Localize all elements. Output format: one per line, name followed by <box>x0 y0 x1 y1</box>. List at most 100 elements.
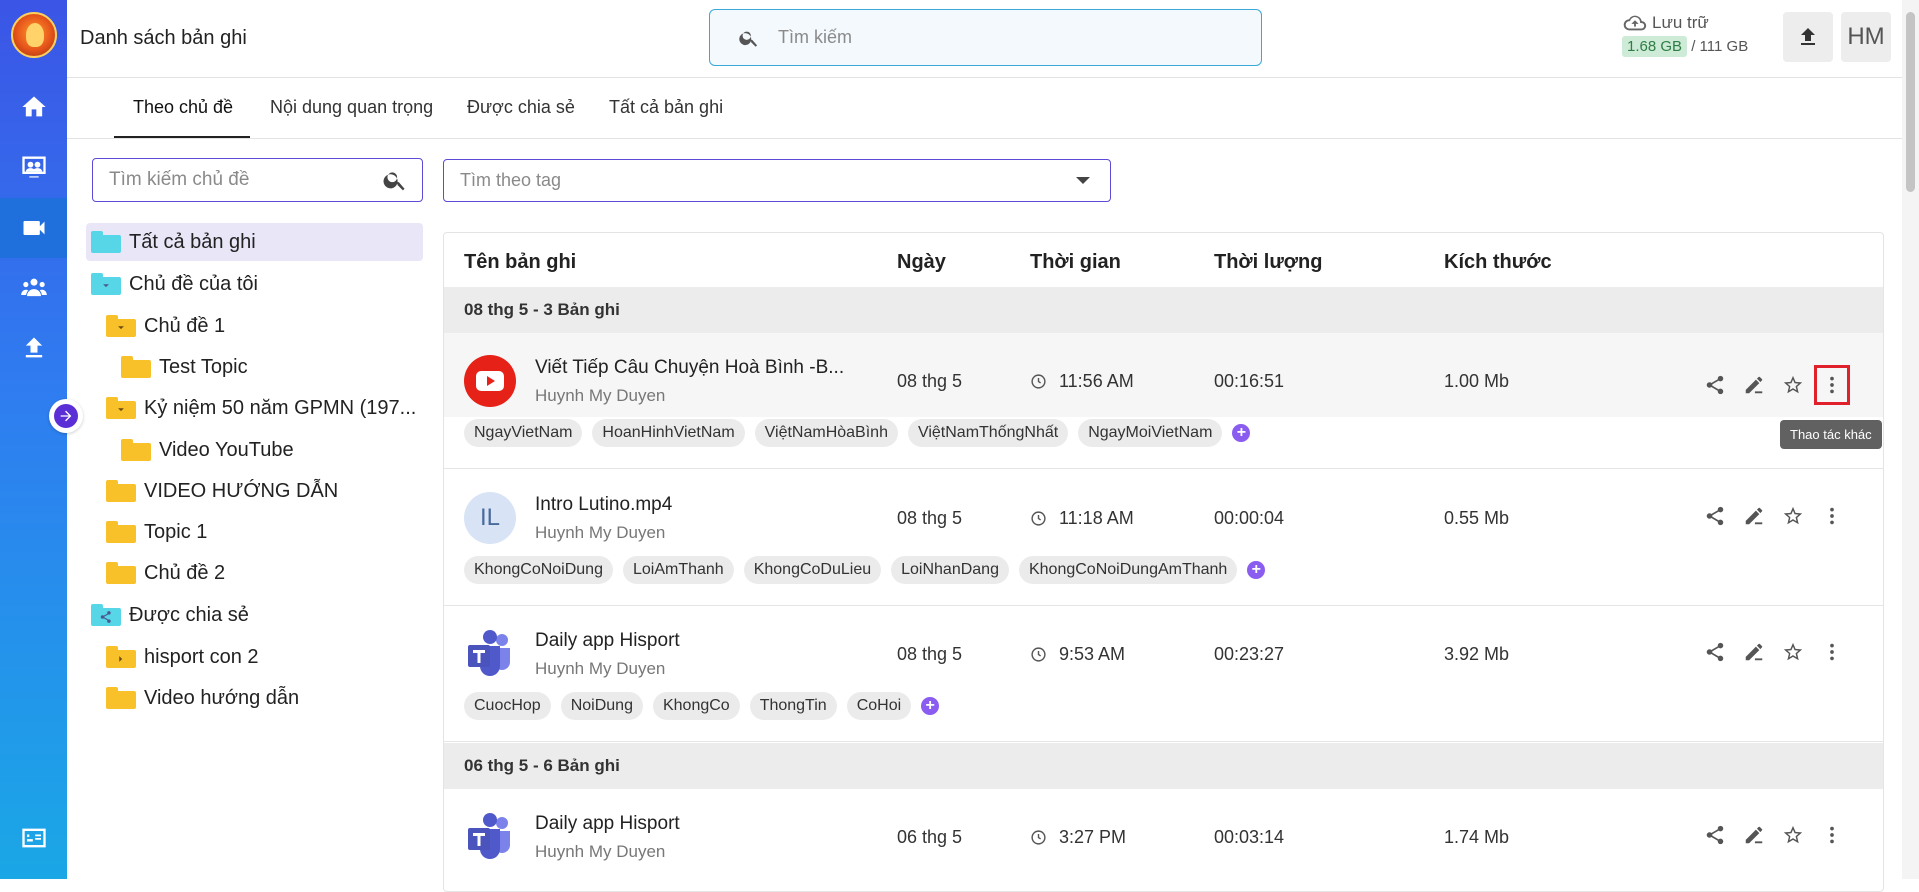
more-actions-button[interactable] <box>1818 821 1846 849</box>
tag-chip[interactable]: HoanHinhVietNam <box>592 419 745 447</box>
tag-chip[interactable]: NgayMoiVietNam <box>1078 419 1223 447</box>
favorite-button[interactable] <box>1779 502 1807 530</box>
tag-chip[interactable]: LoiNhanDang <box>891 556 1009 584</box>
share-button[interactable] <box>1701 821 1729 849</box>
favorite-button[interactable] <box>1779 638 1807 666</box>
table-row[interactable]: Viết Tiếp Câu Chuyện Hoà Bình -B... Huyn… <box>444 333 1883 469</box>
tab-by-topic[interactable]: Theo chủ đề <box>133 97 233 118</box>
topic-hisport-con-2[interactable]: hisport con 2 <box>106 638 259 676</box>
star-icon <box>1783 375 1803 394</box>
topic-video-youtube[interactable]: Video YouTube <box>121 431 294 469</box>
tag-chip[interactable]: KhongCo <box>652 692 740 720</box>
tag-chip[interactable]: NoiDung <box>560 692 643 720</box>
add-tag-icon[interactable]: + <box>921 697 940 715</box>
topic-my-topics[interactable]: Chủ đề của tôi <box>91 265 258 303</box>
pen-icon <box>1745 507 1763 525</box>
table-row[interactable]: Daily app Hisport Huynh My Duyen 06 thg … <box>444 789 1883 891</box>
recording-name[interactable]: Viết Tiếp Câu Chuyện Hoà Bình -B... <box>535 357 844 379</box>
billing-nav[interactable] <box>0 808 67 868</box>
recording-owner: Huynh My Duyen <box>535 523 666 542</box>
more-actions-button[interactable] <box>1818 502 1846 530</box>
global-search[interactable] <box>709 9 1262 66</box>
edit-button[interactable] <box>1740 371 1768 399</box>
col-header-time[interactable]: Thời gian <box>1030 251 1121 274</box>
more-actions-button[interactable] <box>1814 365 1850 405</box>
table-row[interactable]: Daily app Hisport Huynh My Duyen 08 thg … <box>444 606 1883 742</box>
share-button[interactable] <box>1701 502 1729 530</box>
upload-button[interactable] <box>1783 12 1833 62</box>
topic-shared[interactable]: Được chia sẻ <box>91 596 249 634</box>
page-title: Danh sách bản ghi <box>80 27 247 49</box>
tag-chip[interactable]: KhongCoDuLieu <box>743 556 882 584</box>
col-header-date[interactable]: Ngày <box>897 251 946 274</box>
edit-button[interactable] <box>1740 821 1768 849</box>
groups-nav[interactable] <box>0 258 67 318</box>
tag-chip[interactable]: CuocHop <box>464 692 551 720</box>
storage-indicator: Lưu trữ 1.68 GB / 111 GB <box>1622 12 1748 57</box>
topic-video-huong-dan-upper[interactable]: VIDEO HƯỚNG DẪN <box>106 472 338 510</box>
add-tag-icon[interactable]: + <box>1247 561 1266 579</box>
search-icon[interactable] <box>382 167 408 193</box>
tag-search-input[interactable] <box>458 169 1076 192</box>
tag-chip[interactable]: ViệtNamThốngNhất <box>907 419 1069 447</box>
topic-search-input[interactable] <box>107 168 382 192</box>
topic-all-recordings[interactable]: Tất cả bản ghi <box>86 223 423 261</box>
col-header-size[interactable]: Kích thước <box>1444 251 1552 274</box>
add-tag-icon[interactable]: + <box>1232 424 1251 442</box>
topic-topic-1[interactable]: Topic 1 <box>106 513 207 551</box>
tab-shared[interactable]: Được chia sẻ <box>467 97 575 118</box>
search-input[interactable] <box>776 26 1216 49</box>
table-row[interactable]: IL Intro Lutino.mp4 Huynh My Duyen 08 th… <box>444 470 1883 606</box>
scrollbar-thumb[interactable] <box>1906 12 1915 192</box>
topic-search[interactable] <box>92 158 423 202</box>
recording-name[interactable]: Daily app Hisport <box>535 630 680 652</box>
share-button[interactable] <box>1701 371 1729 399</box>
tag-chip[interactable]: CoHoi <box>846 692 912 720</box>
scrollbar[interactable] <box>1902 0 1919 879</box>
home-nav[interactable] <box>0 77 67 137</box>
recording-name[interactable]: Intro Lutino.mp4 <box>535 494 672 516</box>
topic-chu-de-1[interactable]: Chủ đề 1 <box>106 307 225 345</box>
youtube-icon <box>464 355 516 407</box>
arrow-right-icon <box>60 410 72 422</box>
share-button[interactable] <box>1701 638 1729 666</box>
upload-nav[interactable] <box>0 318 67 378</box>
tab-important[interactable]: Nội dung quan trọng <box>270 97 433 118</box>
favorite-button[interactable] <box>1779 821 1807 849</box>
tag-chip[interactable]: ThongTin <box>749 692 837 720</box>
tabs-divider <box>67 138 1902 139</box>
topic-test-topic[interactable]: Test Topic <box>121 348 248 386</box>
favorite-button[interactable] <box>1779 371 1807 399</box>
recording-time: 11:56 AM <box>1030 371 1134 392</box>
app-logo[interactable] <box>11 12 57 58</box>
topic-label: Chủ đề 2 <box>144 561 226 584</box>
tag-list: KhongCoNoiDung LoiAmThanh KhongCoDuLieu … <box>464 556 1266 584</box>
recording-size: 1.00 Mb <box>1444 371 1510 391</box>
tag-chip[interactable]: ViệtNamHòaBình <box>754 419 898 447</box>
topic-chu-de-2[interactable]: Chủ đề 2 <box>106 554 225 592</box>
tag-chip[interactable]: KhongCoNoiDung <box>464 556 613 584</box>
more-actions-button[interactable] <box>1818 638 1846 666</box>
recordings-nav[interactable] <box>0 198 67 258</box>
folder-icon <box>106 521 136 543</box>
folder-closed-icon <box>106 646 136 668</box>
edit-button[interactable] <box>1740 502 1768 530</box>
user-avatar[interactable]: HM <box>1841 12 1891 62</box>
tab-all[interactable]: Tất cả bản ghi <box>609 97 723 118</box>
meeting-nav[interactable] <box>0 137 67 197</box>
edit-button[interactable] <box>1740 638 1768 666</box>
col-header-name[interactable]: Tên bản ghi <box>464 251 576 274</box>
topic-ky-niem[interactable]: Kỷ niệm 50 năm GPMN (197... <box>106 389 416 427</box>
clock-icon <box>1031 647 1046 662</box>
topic-video-huong-dan[interactable]: Video hướng dẫn <box>106 679 299 717</box>
recording-name[interactable]: Daily app Hisport <box>535 813 680 835</box>
chevron-down-icon[interactable] <box>1076 177 1090 184</box>
tag-chip[interactable]: NgayVietNam <box>464 419 583 447</box>
recording-date: 08 thg 5 <box>897 508 963 528</box>
tag-chip[interactable]: KhongCoNoiDungAmThanh <box>1018 556 1238 584</box>
tag-chip[interactable]: LoiAmThanh <box>622 556 734 584</box>
meeting-icon <box>21 156 46 178</box>
expand-sidebar-button[interactable] <box>49 399 83 433</box>
tag-search[interactable] <box>443 159 1111 202</box>
col-header-duration[interactable]: Thời lượng <box>1214 251 1322 274</box>
